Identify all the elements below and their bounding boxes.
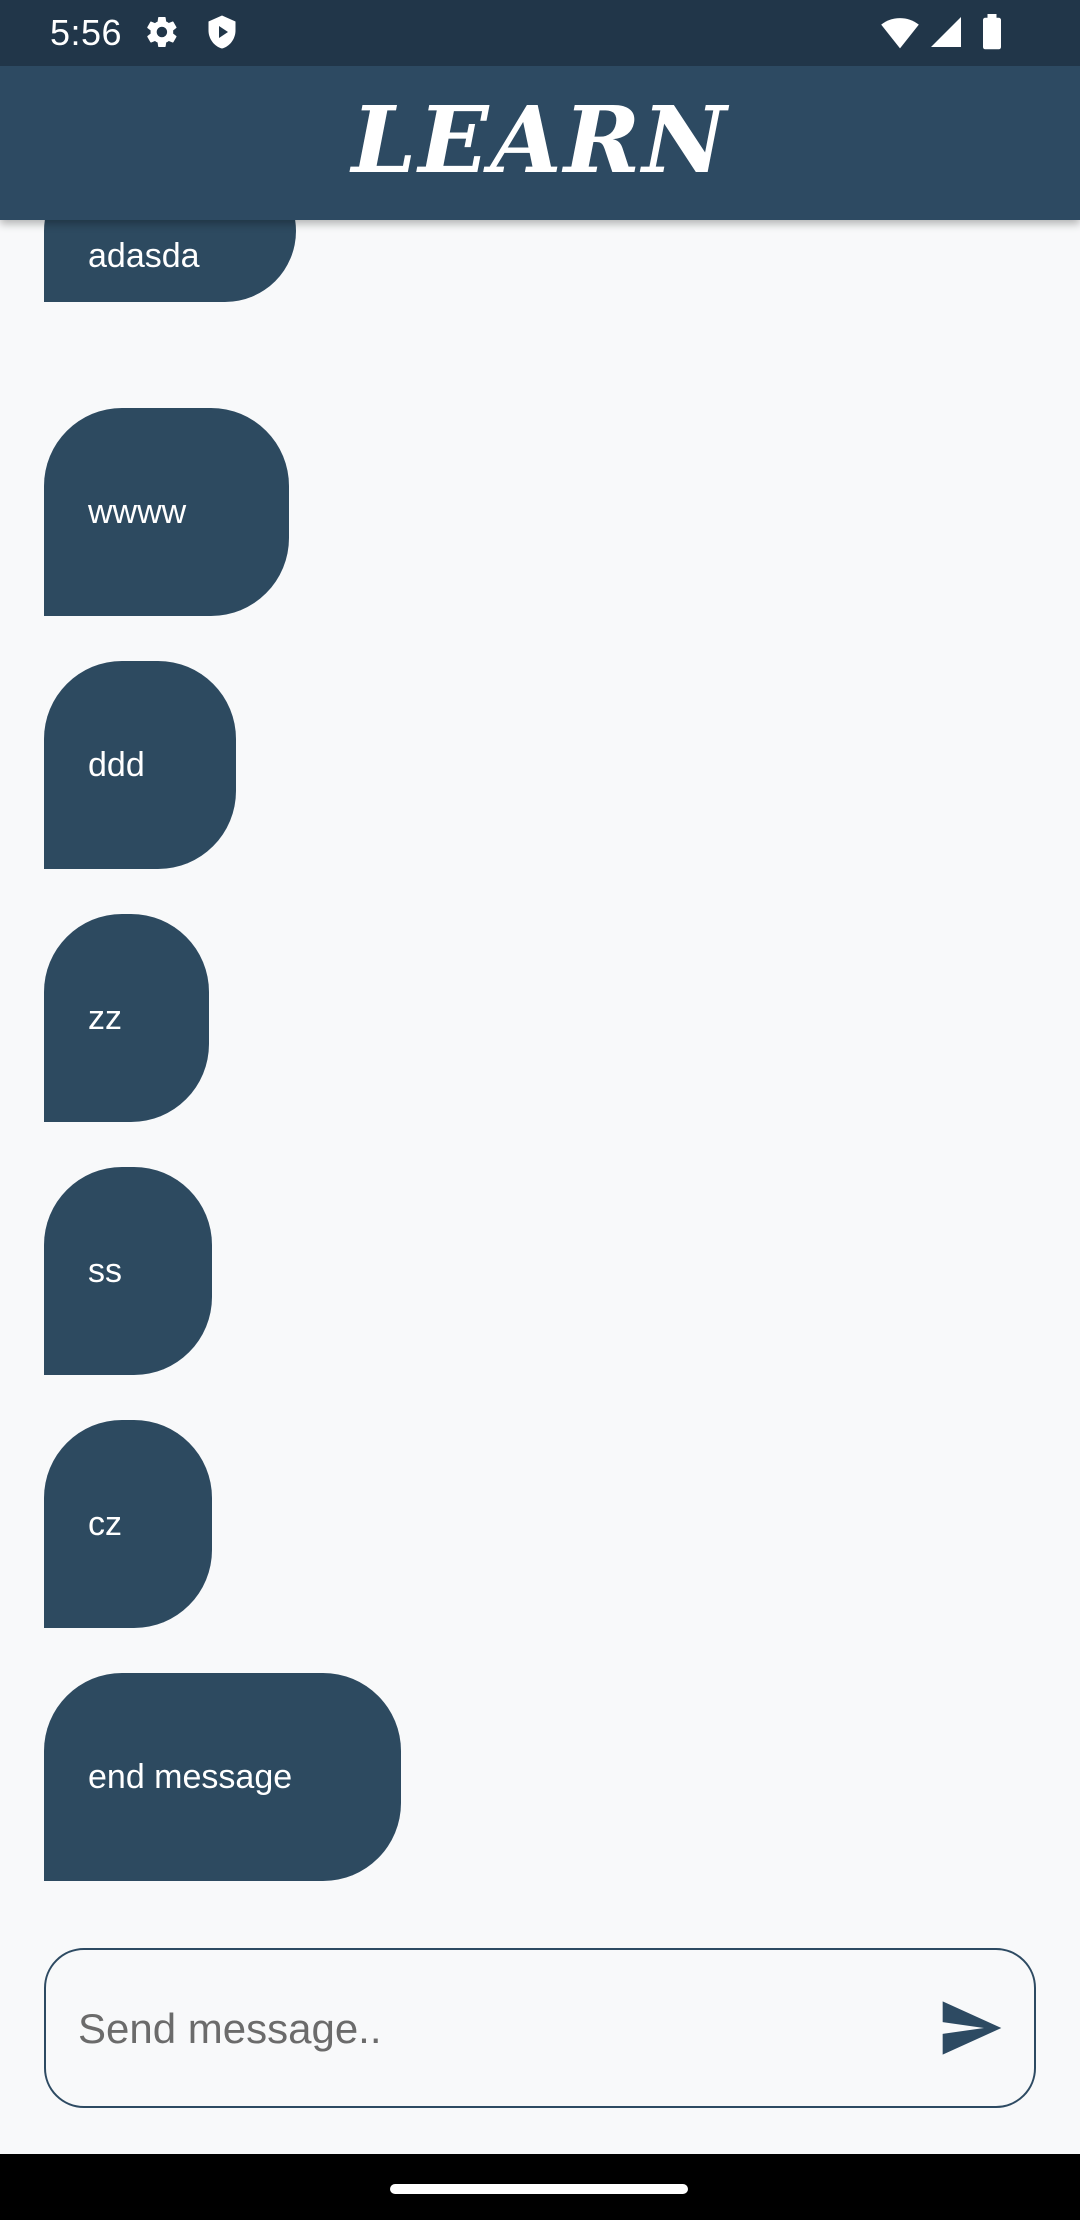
status-time: 5:56 <box>50 12 123 53</box>
wifi-icon <box>880 14 920 54</box>
message-list[interactable]: adasda wwww ddd zz ss cz end message <box>0 220 1080 1940</box>
message-text: end message <box>88 1758 293 1796</box>
message-bubble[interactable]: adasda <box>44 220 296 302</box>
message-bubble[interactable]: wwww <box>44 408 289 616</box>
message-text: ss <box>88 1252 122 1290</box>
battery-icon <box>980 14 1004 54</box>
send-icon <box>940 2001 1004 2062</box>
message-bubble[interactable]: zz <box>44 914 209 1122</box>
message-bubble[interactable]: end message <box>44 1673 401 1881</box>
message-bubble[interactable]: cz <box>44 1420 212 1628</box>
send-button[interactable] <box>940 1998 1004 2058</box>
app-bar: LEARN <box>0 66 1080 220</box>
shield-icon <box>204 14 240 54</box>
message-input[interactable] <box>76 1950 940 2108</box>
app-title: LEARN <box>351 86 729 194</box>
message-text: cz <box>88 1505 122 1543</box>
message-composer <box>44 1948 1036 2108</box>
message-text: zz <box>88 999 122 1037</box>
message-text: ddd <box>88 746 145 784</box>
home-gesture-handle[interactable] <box>390 2184 688 2194</box>
message-bubble[interactable]: ss <box>44 1167 212 1375</box>
message-bubble[interactable]: ddd <box>44 661 236 869</box>
signal-icon <box>928 14 964 54</box>
message-text: adasda <box>88 237 200 275</box>
navigation-bar <box>0 2154 1080 2220</box>
message-text: wwww <box>88 493 187 531</box>
chat-screen: 5:56 LEARN adasda wwww ddd zz ss cz end … <box>0 0 1080 2220</box>
gear-icon <box>144 14 180 54</box>
status-bar: 5:56 <box>0 0 1080 66</box>
